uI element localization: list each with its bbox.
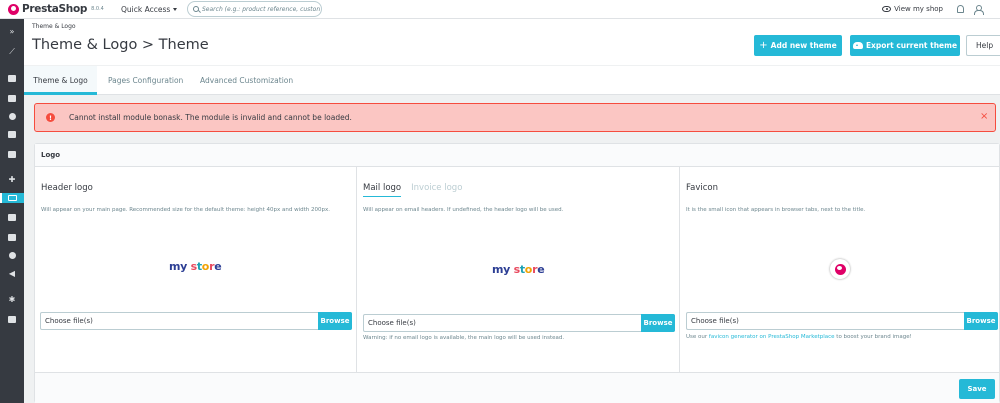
favicon-title: Favicon — [686, 183, 718, 193]
prestashop-logo-icon — [8, 3, 19, 15]
view-shop-label: View my shop — [894, 5, 943, 13]
favicon-file-input[interactable]: Choose file(s) Browse — [686, 312, 998, 330]
breadcrumb[interactable]: Theme & Logo — [32, 23, 76, 30]
header-logo-section: Header logo Will appear on your main pag… — [35, 167, 357, 372]
chart-icon — [8, 150, 16, 158]
gear-icon: ✱ — [8, 295, 16, 304]
add-new-theme-button[interactable]: + Add new theme — [754, 35, 842, 56]
view-shop-link[interactable]: View my shop — [882, 5, 943, 13]
favicon-section: Favicon It is the small icon that appear… — [680, 167, 1000, 372]
prestashop-favicon-icon — [834, 263, 846, 275]
header-logo-browse-button[interactable]: Browse — [318, 312, 352, 330]
card-footer: Save — [35, 372, 999, 403]
sidebar-item-international[interactable] — [7, 250, 17, 260]
tab-advanced-customization[interactable]: Advanced Customization — [200, 66, 293, 95]
mail-logo-file-text: Choose file(s) — [368, 319, 416, 327]
card-title: Logo — [35, 144, 999, 167]
error-alert: ! Cannot install module bonask. The modu… — [34, 103, 996, 132]
sidebar-item-stats[interactable] — [7, 149, 17, 159]
favicon-generator-link[interactable]: favicon generator on PrestaShop Marketpl… — [709, 334, 835, 340]
header-logo-description: Will appear on your main page. Recommend… — [41, 207, 330, 213]
alert-message: Cannot install module bonask. The module… — [69, 113, 352, 122]
quick-access-dropdown[interactable]: Quick Access — [121, 5, 187, 14]
truck-icon — [8, 213, 16, 221]
error-icon: ! — [46, 113, 55, 122]
store-icon — [8, 94, 16, 102]
chevron-down-icon — [173, 7, 178, 11]
tab-mail-logo[interactable]: Mail logo — [363, 183, 402, 197]
sidebar-item-modules[interactable]: ✚ — [7, 175, 17, 185]
favicon-help-text: Use our favicon generator on PrestaShop … — [686, 334, 912, 340]
mail-logo-file-input[interactable]: Choose file(s) Browse — [363, 314, 675, 332]
sidebar-item-settings[interactable]: ✱ — [7, 295, 17, 305]
prestashop-logo[interactable]: PrestaShop 8.0.4 — [8, 3, 121, 15]
tab-invoice-logo[interactable]: Invoice logo — [411, 183, 462, 197]
header-logo-file-input[interactable]: Choose file(s) Browse — [40, 312, 352, 330]
sidebar-item-dashboard[interactable]: ⟋ — [7, 47, 17, 57]
export-theme-button[interactable]: Export current theme — [850, 35, 960, 56]
bell-icon[interactable] — [957, 5, 964, 13]
megaphone-icon: ◀ — [8, 269, 16, 278]
header-logo-file-text: Choose file(s) — [45, 317, 93, 325]
logo-card: Logo Header logo Will appear on your mai… — [34, 143, 1000, 403]
trending-icon: ⟋ — [9, 47, 15, 56]
help-button[interactable]: Help — [966, 35, 1000, 56]
export-theme-label: Export current theme — [865, 41, 958, 50]
sidebar-item-orders[interactable] — [7, 73, 17, 83]
user-icon[interactable] — [974, 4, 984, 15]
header-store-logo: my store — [169, 260, 222, 273]
page-header: Theme & Logo Theme & Logo > Theme + Add … — [24, 19, 1000, 65]
page-title: Theme & Logo > Theme — [32, 37, 209, 53]
close-icon[interactable]: × — [980, 112, 988, 122]
account-icon — [8, 112, 16, 120]
search-bar[interactable]: Search (e.g.: product reference, custon — [187, 1, 322, 17]
credit-card-icon — [8, 233, 16, 241]
sidebar-item-messages[interactable] — [7, 129, 17, 139]
mail-logo-warning: Warning: if no email logo is available, … — [363, 335, 565, 341]
mail-store-logo: my store — [492, 263, 545, 276]
globe-icon — [8, 251, 16, 259]
header-logo-title: Header logo — [41, 183, 93, 193]
sidebar-toggle[interactable]: » — [7, 27, 17, 37]
favicon-file-text: Choose file(s) — [691, 317, 739, 325]
favicon-description: It is the small icon that appears in bro… — [686, 207, 866, 213]
sidebar-item-advanced[interactable] — [7, 314, 17, 324]
sidebar-item-payment[interactable] — [7, 232, 17, 242]
favicon-preview — [830, 259, 850, 279]
tab-theme-logo[interactable]: Theme & Logo — [24, 66, 97, 95]
top-bar: PrestaShop 8.0.4 Quick Access Search (e.… — [0, 0, 1000, 19]
tab-bar: Theme & Logo Pages Configuration Advance… — [24, 65, 1000, 95]
mail-logo-description: Will appear on email headers. If undefin… — [363, 207, 564, 213]
mail-logo-tabs: Mail logo Invoice logo — [363, 183, 462, 197]
puzzle-icon: ✚ — [8, 175, 16, 184]
plus-icon: + — [759, 39, 768, 51]
save-button[interactable]: Save — [959, 379, 995, 399]
eye-icon — [882, 6, 892, 12]
sidebar-item-marketing[interactable]: ◀ — [7, 269, 17, 279]
brand-name: PrestaShop — [22, 3, 88, 15]
sidebar: » ⟋ ✚ ◀ ✱ — [0, 19, 24, 403]
sidebar-item-catalog[interactable] — [7, 93, 17, 103]
cloud-upload-icon — [852, 42, 863, 49]
sidebar-item-design[interactable] — [0, 193, 24, 203]
add-new-theme-label: Add new theme — [770, 41, 837, 50]
terminal-icon — [8, 315, 16, 323]
basket-icon — [8, 74, 16, 82]
chat-icon — [8, 130, 16, 138]
quick-access-label: Quick Access — [121, 4, 171, 14]
mail-logo-section: Mail logo Invoice logo Will appear on em… — [357, 167, 680, 372]
sidebar-item-customers[interactable] — [7, 111, 17, 121]
mail-logo-browse-button[interactable]: Browse — [641, 314, 675, 332]
version-label: 8.0.4 — [91, 6, 104, 12]
search-input[interactable]: Search (e.g.: product reference, custon — [202, 6, 320, 13]
favicon-browse-button[interactable]: Browse — [964, 312, 998, 330]
tab-pages-configuration[interactable]: Pages Configuration — [108, 66, 183, 95]
search-icon — [193, 6, 199, 12]
monitor-icon — [7, 195, 17, 201]
top-right-actions: View my shop — [882, 0, 984, 18]
sidebar-item-shipping[interactable] — [7, 212, 17, 222]
